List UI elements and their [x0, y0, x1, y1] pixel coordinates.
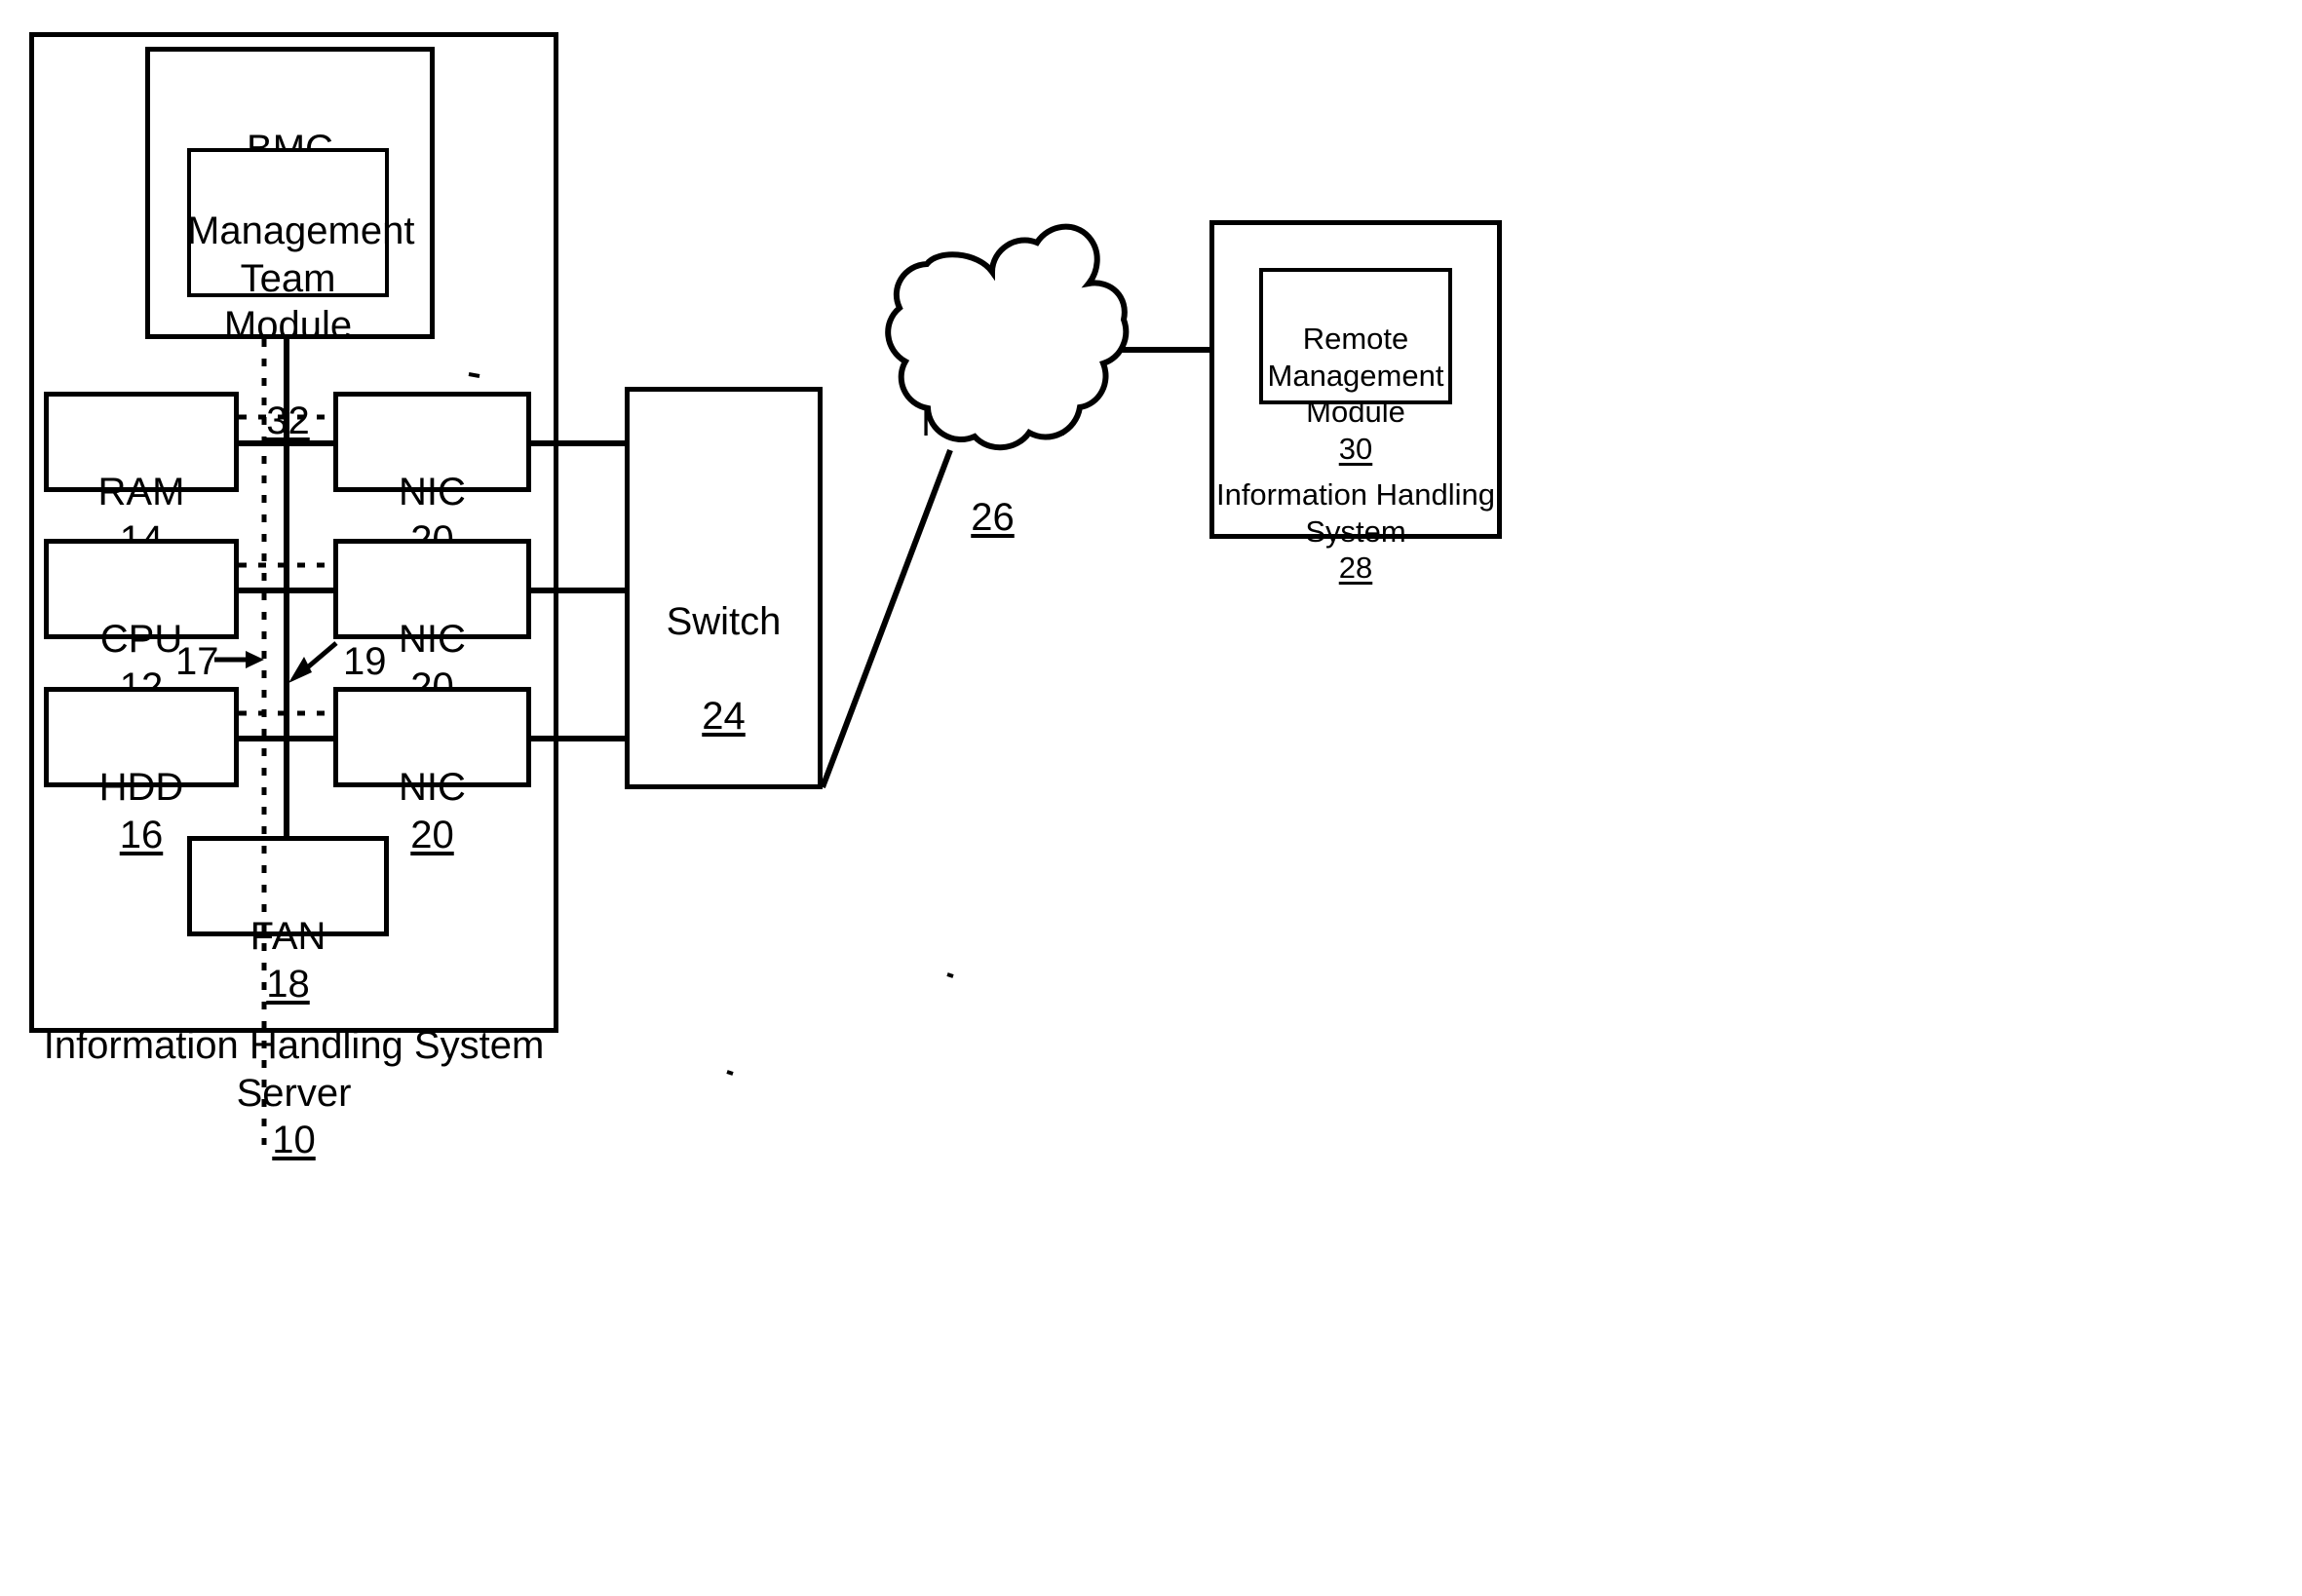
- callout-17-label: 17: [175, 640, 219, 684]
- ihs28-label-text: Information Handling System: [1215, 476, 1496, 549]
- callout-19-label: 19: [343, 640, 387, 684]
- management-team-module-label-text: Management Team Module: [187, 209, 415, 348]
- server-label-ref: 10: [272, 1119, 316, 1162]
- network-label: Network 26: [883, 352, 1102, 542]
- switch-label-ref: 24: [702, 695, 746, 739]
- switch-label: Switch 24: [625, 551, 823, 741]
- hdd-label-ref: 16: [119, 813, 164, 856]
- callout-19-ref: 19: [343, 640, 387, 683]
- hdd-label-text: HDD: [98, 765, 184, 809]
- nic-bottom-label-ref: 20: [410, 813, 454, 856]
- management-team-module-label-ref: 32: [266, 399, 310, 442]
- nic-top-label-text: NIC: [399, 470, 466, 513]
- ihs28-label-ref: 28: [1338, 551, 1373, 586]
- cpu-label-text: CPU: [99, 617, 183, 661]
- nic-bottom-label: NIC 20: [333, 716, 531, 858]
- server-bottom-label: Information Handling System Server 10: [29, 974, 558, 1164]
- switch-label-text: Switch: [666, 599, 782, 643]
- server-label-text: Information Handling System Server: [43, 1023, 545, 1115]
- network-label-text: Network: [921, 400, 1064, 444]
- scan-artifact-mark-mid: [946, 972, 954, 978]
- information-handling-system-28-label: Information Handling System 28: [1209, 439, 1502, 587]
- scan-artifact-mark-bottom: [726, 1070, 734, 1076]
- ram-label-text: RAM: [97, 470, 185, 513]
- nic-bottom-label-text: NIC: [399, 765, 466, 809]
- nic-mid-label-text: NIC: [399, 617, 466, 661]
- fan-label-text: FAN: [249, 914, 326, 958]
- patent-figure-canvas: BMC 22 Management Team Module 32 RAM 14 …: [0, 0, 2302, 1596]
- remote-management-module-label-text: Remote Management Module: [1267, 321, 1444, 430]
- network-label-ref: 26: [971, 496, 1015, 540]
- callout-17-ref: 17: [175, 640, 219, 683]
